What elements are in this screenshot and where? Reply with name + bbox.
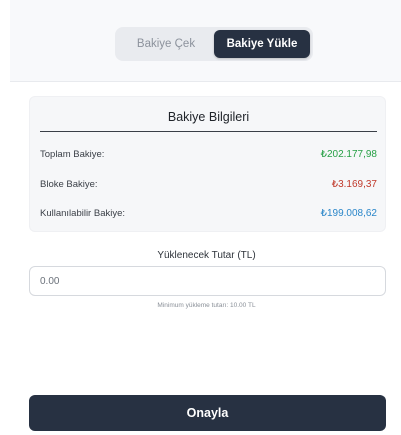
- balance-info-title: Bakiye Bilgileri: [167, 110, 250, 124]
- amount-label: Yüklenecek Tutar (TL): [157, 250, 256, 261]
- total-balance-row: Toplam Bakiye: ₺202.177,98: [40, 146, 377, 162]
- total-balance-label: Toplam Bakiye:: [40, 148, 105, 160]
- balance-info-card: Bakiye Bilgileri Toplam Bakiye: ₺202.177…: [29, 96, 386, 232]
- balance-tab-toggle: Bakiye Çek Bakiye Yükle: [115, 27, 313, 61]
- tab-bar-area: Bakiye Çek Bakiye Yükle: [10, 0, 401, 82]
- blocked-balance-label: Bloke Bakiye:: [40, 178, 98, 190]
- balance-page: Bakiye Çek Bakiye Yükle Bakiye Bilgileri…: [0, 0, 401, 435]
- divider: [40, 131, 377, 132]
- minimum-amount-hint: Minimum yükleme tutarı: 10.00 TL: [157, 302, 256, 309]
- confirm-button[interactable]: Onayla: [29, 395, 386, 431]
- available-balance-value: ₺199.008,62: [320, 207, 377, 219]
- amount-input[interactable]: [29, 266, 386, 296]
- blocked-balance-value: ₺3.169,37: [331, 178, 377, 190]
- tab-deposit[interactable]: Bakiye Yükle: [214, 30, 310, 58]
- blocked-balance-row: Bloke Bakiye: ₺3.169,37: [40, 176, 377, 192]
- total-balance-value: ₺202.177,98: [320, 148, 377, 160]
- tab-withdraw[interactable]: Bakiye Çek: [118, 30, 214, 58]
- available-balance-label: Kullanılabilir Bakiye:: [40, 207, 126, 219]
- available-balance-row: Kullanılabilir Bakiye: ₺199.008,62: [40, 205, 377, 221]
